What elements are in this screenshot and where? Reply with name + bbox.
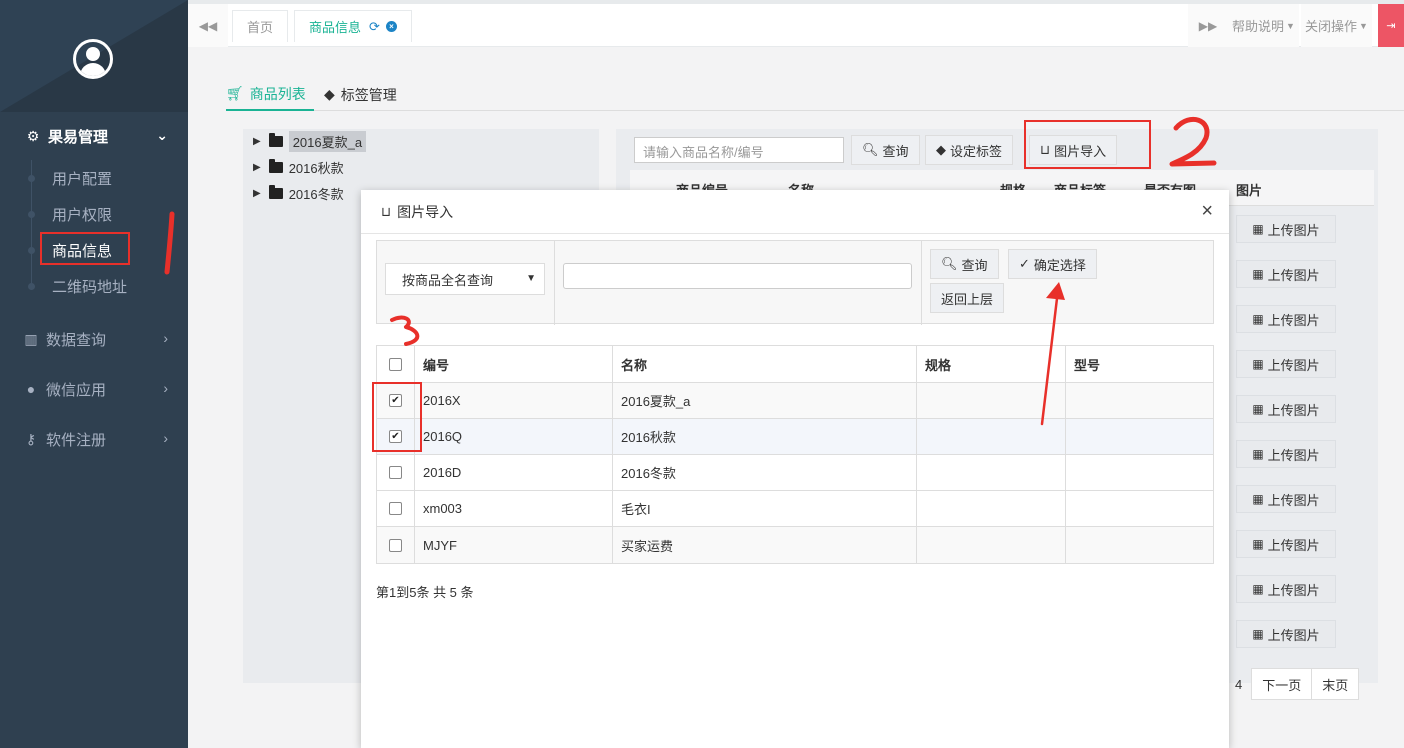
annotation-marks [164,116,1217,426]
